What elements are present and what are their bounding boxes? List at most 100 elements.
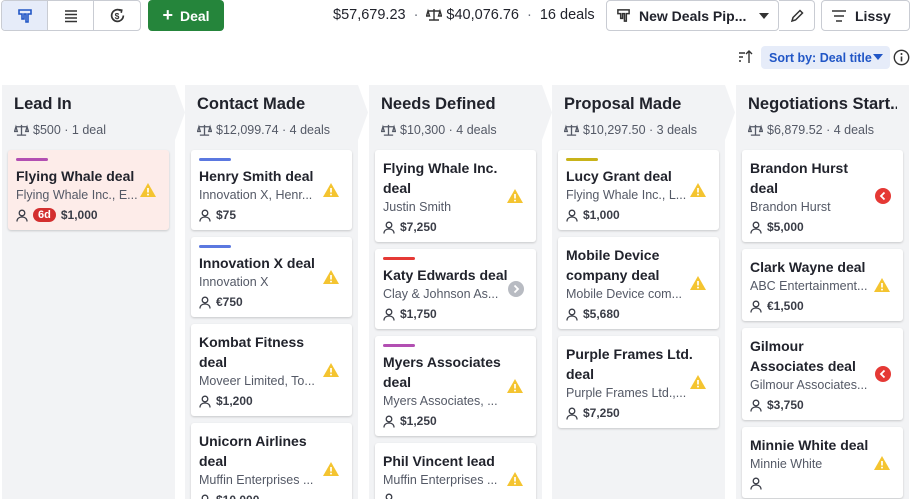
deal-card[interactable]: Innovation X deal Innovation X €750 <box>191 237 352 317</box>
add-deal-button[interactable]: + Deal <box>148 0 224 31</box>
stage-header[interactable]: Lead In $500 · 1 deal <box>2 85 185 140</box>
deal-value: $5,000 <box>767 220 804 234</box>
scale-icon <box>426 8 443 22</box>
info-icon[interactable] <box>893 49 910 66</box>
deal-organization: Flying Whale Inc., L... <box>566 188 687 202</box>
stage-summary: $12,099.74 · 4 deals <box>197 123 346 137</box>
deal-organization: Clay & Johnson As... <box>383 287 499 301</box>
deal-card[interactable]: Purple Frames Ltd. deal Purple Frames Ltd… <box>558 336 719 428</box>
person-icon <box>199 494 211 499</box>
scale-icon <box>14 124 29 137</box>
warning-icon[interactable] <box>322 461 340 477</box>
user-filter-button[interactable]: Lissy <box>821 0 910 31</box>
deal-value: $1,750 <box>400 307 437 321</box>
deal-card[interactable]: Unicorn Airlines deal Muffin Enterprises … <box>191 423 352 499</box>
warning-icon[interactable] <box>689 182 707 198</box>
stage-header[interactable]: Contact Made $12,099.74 · 4 deals <box>185 85 368 140</box>
deal-title: Flying Whale deal <box>16 168 135 184</box>
deal-card[interactable]: Clark Wayne deal ABC Entertainment... €1,5… <box>742 249 903 321</box>
add-deal-label: Deal <box>179 7 210 24</box>
deal-card[interactable]: Myers Associates deal Myers Associates, .… <box>375 336 536 436</box>
warning-icon[interactable] <box>506 188 524 204</box>
deal-title: Katy Edwards deal <box>383 267 508 283</box>
deal-value: $1,000 <box>583 208 620 222</box>
svg-text:$: $ <box>114 11 119 21</box>
deal-card[interactable]: Brandon Hurst deal Brandon Hurst $5,000 <box>742 150 903 242</box>
deal-value: $1,250 <box>400 414 437 428</box>
deal-value: $3,750 <box>767 398 804 412</box>
warning-icon[interactable] <box>506 378 524 394</box>
deal-card[interactable]: Gilmour Associates deal Gilmour Associate… <box>742 328 903 420</box>
deal-card[interactable]: Flying Whale deal Flying Whale Inc., E...… <box>8 150 169 230</box>
deal-title: Clark Wayne deal <box>750 259 866 275</box>
warning-icon[interactable] <box>689 374 707 390</box>
deal-title: Gilmour Associates deal <box>750 338 856 374</box>
deal-value: €750 <box>216 295 243 309</box>
stage-summary-text: $12,099.74 · 4 deals <box>216 123 330 137</box>
scale-icon <box>748 124 763 137</box>
warning-icon[interactable] <box>322 182 340 198</box>
person-icon <box>383 415 395 428</box>
stage-column: Contact Made $12,099.74 · 4 deals Henry Sm… <box>185 85 368 499</box>
stage-header[interactable]: Needs Defined $10,300 · 4 deals <box>369 85 552 140</box>
deal-count: 16 deals <box>539 7 595 23</box>
deal-organization: Mobile Device com... <box>566 287 683 301</box>
label-stripe <box>199 158 231 161</box>
deal-card[interactable]: Henry Smith deal Innovation X, Henr... $75 <box>191 150 352 230</box>
person-icon <box>383 493 395 499</box>
deal-title: Myers Associates deal <box>383 354 501 390</box>
top-toolbar: $ + Deal $57,679.23 · $40,076.76 · 16 de… <box>0 0 912 33</box>
warning-icon[interactable] <box>322 269 340 285</box>
view-switcher: $ <box>1 0 141 31</box>
warning-icon[interactable] <box>873 455 891 471</box>
deal-organization: Moveer Limited, To... <box>199 374 315 388</box>
label-stripe <box>383 344 415 347</box>
deal-organization: Innovation X, Henr... <box>199 188 313 202</box>
warning-icon[interactable] <box>689 275 707 291</box>
pipeline-stats: $57,679.23 · $40,076.76 · 16 deals <box>333 7 595 23</box>
sort-by-button[interactable]: Sort by: Deal title <box>761 46 890 69</box>
deal-meta: $3,750 <box>750 398 894 412</box>
deal-title: Mobile Device company deal <box>566 247 660 283</box>
deal-card[interactable]: Flying Whale Inc. deal Justin Smith $7,250 <box>375 150 536 242</box>
stage-header[interactable]: Proposal Made $10,297.50 · 3 deals <box>552 85 735 140</box>
deal-value: $75 <box>216 208 237 222</box>
deal-card[interactable]: Mobile Device company deal Mobile Device … <box>558 237 719 329</box>
deal-organization: ABC Entertainment... <box>750 279 868 293</box>
deal-organization: Justin Smith <box>383 200 452 214</box>
deal-value: $7,250 <box>400 220 437 234</box>
stage-column: Needs Defined $10,300 · 4 deals Flying Wha… <box>369 85 552 499</box>
deal-card[interactable]: Katy Edwards deal Clay & Johnson As... $1,… <box>375 249 536 329</box>
person-icon <box>566 308 578 321</box>
stage-header[interactable]: Negotiations Start... $6,879.52 · 4 deals <box>736 85 909 140</box>
person-icon <box>383 221 395 234</box>
stage-summary: $10,297.50 · 3 deals <box>564 123 713 137</box>
deal-meta: $75 <box>199 208 343 222</box>
stage-title: Negotiations Start... <box>748 95 897 113</box>
forecast-view-button[interactable]: $ <box>94 1 140 30</box>
overdue-icon[interactable] <box>875 188 891 204</box>
overdue-icon[interactable] <box>875 366 891 382</box>
sort-order-icon[interactable] <box>738 50 754 64</box>
plus-icon: + <box>162 4 173 25</box>
deal-card[interactable]: Kombat Fitness deal Moveer Limited, To...… <box>191 324 352 416</box>
stage-column: Lead In $500 · 1 deal Flying Whale deal Fly… <box>2 85 185 499</box>
stage-summary-text: $6,879.52 · 4 deals <box>767 123 875 137</box>
person-icon <box>199 395 211 408</box>
deal-organization: Purple Frames Ltd.,... <box>566 386 687 400</box>
deal-card-list: Henry Smith deal Innovation X, Henr... $75… <box>185 140 358 499</box>
person-icon <box>199 209 211 222</box>
warning-icon[interactable] <box>873 277 891 293</box>
deal-card[interactable]: Lucy Grant deal Flying Whale Inc., L... $1… <box>558 150 719 230</box>
warning-icon[interactable] <box>506 471 524 487</box>
stage-summary: $500 · 1 deal <box>14 123 163 137</box>
next-activity-icon[interactable] <box>508 281 524 297</box>
deal-card[interactable]: Minnie White deal Minnie White <box>742 427 903 498</box>
pipeline-select[interactable]: New Deals Pip... <box>606 0 779 31</box>
warning-icon[interactable] <box>322 362 340 378</box>
deal-card[interactable]: Phil Vincent lead Muffin Enterprises ... <box>375 443 536 499</box>
list-view-button[interactable] <box>48 1 94 30</box>
warning-icon[interactable] <box>139 182 157 198</box>
edit-pipeline-button[interactable] <box>779 0 815 31</box>
pipeline-view-button[interactable] <box>2 1 48 30</box>
